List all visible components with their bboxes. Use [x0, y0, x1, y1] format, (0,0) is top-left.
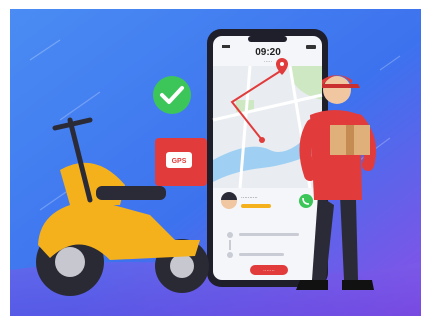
- phone-date: ·····: [264, 59, 273, 65]
- driver-name: ··········: [241, 195, 258, 201]
- phone-clock: 09:20: [255, 47, 281, 58]
- phone-call-icon: [299, 194, 313, 208]
- box-logo: GPS: [172, 158, 187, 165]
- illustration: 09:20 ····· ·········· ······· GPS: [0, 0, 431, 325]
- delivery-illustration: 09:20 ····· ·········· ······· GPS: [10, 9, 421, 316]
- phone-action-button: ·······: [250, 265, 288, 275]
- phone-button-label: ·······: [263, 268, 275, 274]
- delivery-box: GPS: [155, 138, 207, 186]
- check-badge-icon: [153, 76, 191, 114]
